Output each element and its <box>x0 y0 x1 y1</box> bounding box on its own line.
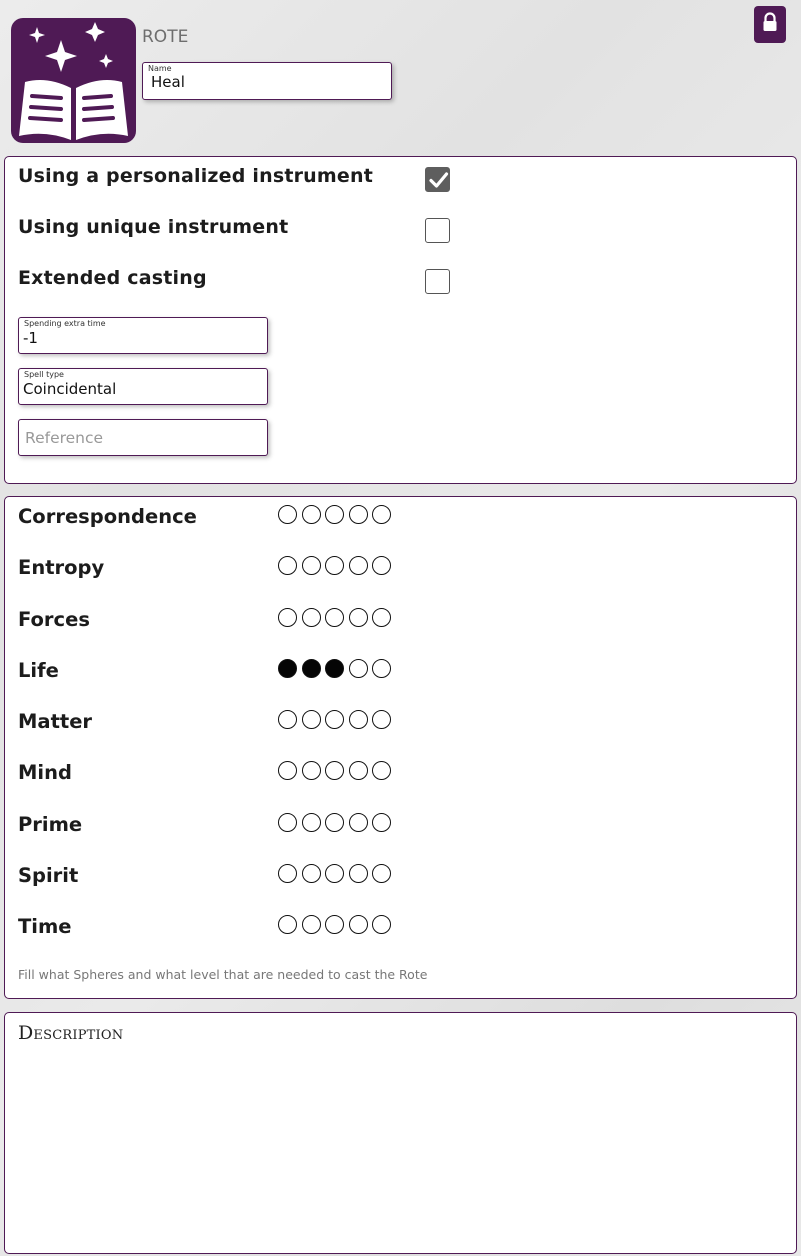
lock-button[interactable] <box>754 6 786 43</box>
sphere-dot[interactable] <box>348 812 368 832</box>
sphere-dot[interactable] <box>278 607 297 627</box>
sphere-dots-forces <box>278 607 398 628</box>
sphere-dot[interactable] <box>301 607 321 627</box>
sphere-dot[interactable] <box>372 915 391 934</box>
sphere-dot[interactable] <box>278 761 297 781</box>
sphere-label-entropy: Entropy <box>18 556 105 580</box>
sphere-dot[interactable] <box>348 710 368 729</box>
sphere-label-matter: Matter <box>18 710 93 733</box>
spheres-panel: Correspondence Entropy Forces Life Matter Min… <box>4 496 797 999</box>
options-panel: Using a personalized instrument Using un… <box>4 156 797 484</box>
extra-time-field-label: Spending extra time <box>24 319 106 328</box>
name-field-label: Name <box>148 64 172 73</box>
sphere-label-correspondence: Correspondence <box>18 505 197 528</box>
sphere-dots-spirit <box>278 863 398 884</box>
option-personalized-instrument-label: Using a personalized instrument <box>18 165 374 187</box>
sphere-dots-mind <box>278 761 398 781</box>
description-panel[interactable]: Description <box>4 1012 797 1254</box>
sphere-dot[interactable] <box>325 505 344 524</box>
sphere-dot[interactable] <box>278 915 297 934</box>
sphere-dot[interactable] <box>301 505 321 524</box>
sphere-dot[interactable] <box>278 505 297 524</box>
sphere-dot[interactable] <box>348 556 368 576</box>
sphere-dot[interactable] <box>301 556 321 576</box>
sphere-dot[interactable] <box>325 556 344 576</box>
description-title: Description <box>18 1022 124 1044</box>
sphere-label-time: Time <box>18 915 72 938</box>
sphere-dot[interactable] <box>301 812 321 832</box>
spell-type-field-value: Coincidental <box>23 380 117 398</box>
extra-time-field[interactable]: Spending extra time -1 <box>18 317 268 354</box>
sphere-dot[interactable] <box>372 863 391 883</box>
sphere-label-forces: Forces <box>18 607 90 631</box>
sphere-dot[interactable] <box>325 607 344 627</box>
spell-type-field-label: Spell type <box>24 370 64 379</box>
sphere-dot[interactable] <box>278 556 297 576</box>
sphere-dot[interactable] <box>278 812 297 832</box>
sphere-label-life: Life <box>18 658 59 682</box>
sphere-dots-time <box>278 915 398 935</box>
sphere-label-mind: Mind <box>18 761 72 785</box>
option-extended-casting-label: Extended casting <box>18 267 207 289</box>
sphere-dot[interactable] <box>301 658 321 678</box>
sphere-dot[interactable] <box>348 863 368 883</box>
sphere-dot[interactable] <box>348 915 368 934</box>
sphere-dots-prime <box>278 812 398 833</box>
name-field[interactable]: Name Heal <box>142 62 392 100</box>
sphere-dot[interactable] <box>301 863 321 883</box>
sphere-dot[interactable] <box>278 863 297 883</box>
sphere-dot[interactable] <box>348 505 368 524</box>
reference-field[interactable]: Reference <box>18 419 268 456</box>
spell-type-field[interactable]: Spell type Coincidental <box>18 368 268 405</box>
sphere-dot[interactable] <box>372 556 391 576</box>
extended-casting-checkbox[interactable] <box>425 269 450 294</box>
sphere-dot[interactable] <box>325 658 344 678</box>
sphere-dot[interactable] <box>325 915 344 934</box>
sphere-dot[interactable] <box>372 812 391 832</box>
sphere-dot[interactable] <box>325 812 344 832</box>
sphere-dots-correspondence <box>278 505 398 525</box>
sphere-dots-entropy <box>278 556 398 576</box>
sphere-dot[interactable] <box>348 658 368 678</box>
sphere-label-prime: Prime <box>18 812 83 836</box>
sphere-dots-life <box>278 658 398 679</box>
spheres-hint: Fill what Spheres and what level that ar… <box>18 967 428 982</box>
name-field-value: Heal <box>151 73 185 91</box>
sphere-dot[interactable] <box>325 863 344 883</box>
page-title: ROTE <box>142 27 189 47</box>
sphere-dot[interactable] <box>325 761 344 781</box>
sphere-dot[interactable] <box>278 658 297 678</box>
extra-time-field-value: -1 <box>23 329 38 347</box>
sphere-dot[interactable] <box>348 761 368 781</box>
spellbook-icon <box>11 18 136 143</box>
sphere-dot[interactable] <box>372 505 391 524</box>
personalized-instrument-checkbox[interactable] <box>425 167 450 192</box>
reference-placeholder: Reference <box>25 429 104 447</box>
sphere-dot[interactable] <box>372 710 391 729</box>
lock-icon <box>763 12 777 31</box>
sphere-dot[interactable] <box>372 658 391 678</box>
sphere-dot[interactable] <box>325 710 344 729</box>
sphere-label-spirit: Spirit <box>18 863 79 887</box>
sphere-dot[interactable] <box>301 761 321 781</box>
sphere-dot[interactable] <box>348 607 368 627</box>
sphere-dots-matter <box>278 710 398 730</box>
sphere-dot[interactable] <box>278 710 297 729</box>
checkmark-icon <box>429 172 449 188</box>
sphere-dot[interactable] <box>372 607 391 627</box>
unique-instrument-checkbox[interactable] <box>425 218 450 243</box>
sphere-dot[interactable] <box>372 761 391 781</box>
sphere-dot[interactable] <box>301 710 321 729</box>
option-unique-instrument-label: Using unique instrument <box>18 216 289 238</box>
sphere-dot[interactable] <box>301 915 321 934</box>
